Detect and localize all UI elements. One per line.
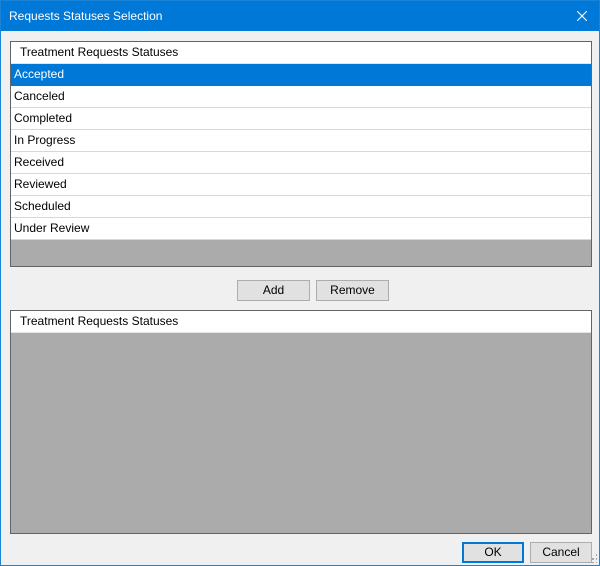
- add-button[interactable]: Add: [237, 280, 310, 301]
- ok-button-label: OK: [484, 545, 502, 559]
- available-grid-rows: Accepted Canceled Completed In Progress Rece…: [11, 64, 591, 240]
- table-row[interactable]: Scheduled: [11, 196, 591, 218]
- add-button-label: Add: [262, 283, 285, 297]
- cancel-button-label: Cancel: [542, 545, 580, 559]
- title-bar[interactable]: Requests Statuses Selection: [1, 1, 599, 31]
- selected-statuses-grid[interactable]: Treatment Requests Statuses: [10, 310, 592, 534]
- close-button[interactable]: [565, 1, 599, 31]
- close-icon: [577, 11, 587, 21]
- available-grid-header[interactable]: Treatment Requests Statuses: [11, 42, 591, 64]
- available-statuses-grid[interactable]: Treatment Requests Statuses Accepted Canc…: [10, 41, 592, 267]
- table-row[interactable]: Reviewed: [11, 174, 591, 196]
- table-row[interactable]: Completed: [11, 108, 591, 130]
- remove-button[interactable]: Remove: [316, 280, 389, 301]
- dialog-window: Requests Statuses Selection Treatment Re…: [0, 0, 600, 566]
- table-row[interactable]: Accepted: [11, 64, 591, 86]
- window-title: Requests Statuses Selection: [9, 9, 163, 23]
- remove-button-label: Remove: [330, 283, 375, 297]
- cancel-button[interactable]: Cancel: [530, 542, 592, 563]
- table-row[interactable]: In Progress: [11, 130, 591, 152]
- ok-button[interactable]: OK: [462, 542, 524, 563]
- table-row[interactable]: Under Review: [11, 218, 591, 240]
- selected-grid-header[interactable]: Treatment Requests Statuses: [11, 311, 591, 333]
- table-row[interactable]: Canceled: [11, 86, 591, 108]
- table-row[interactable]: Received: [11, 152, 591, 174]
